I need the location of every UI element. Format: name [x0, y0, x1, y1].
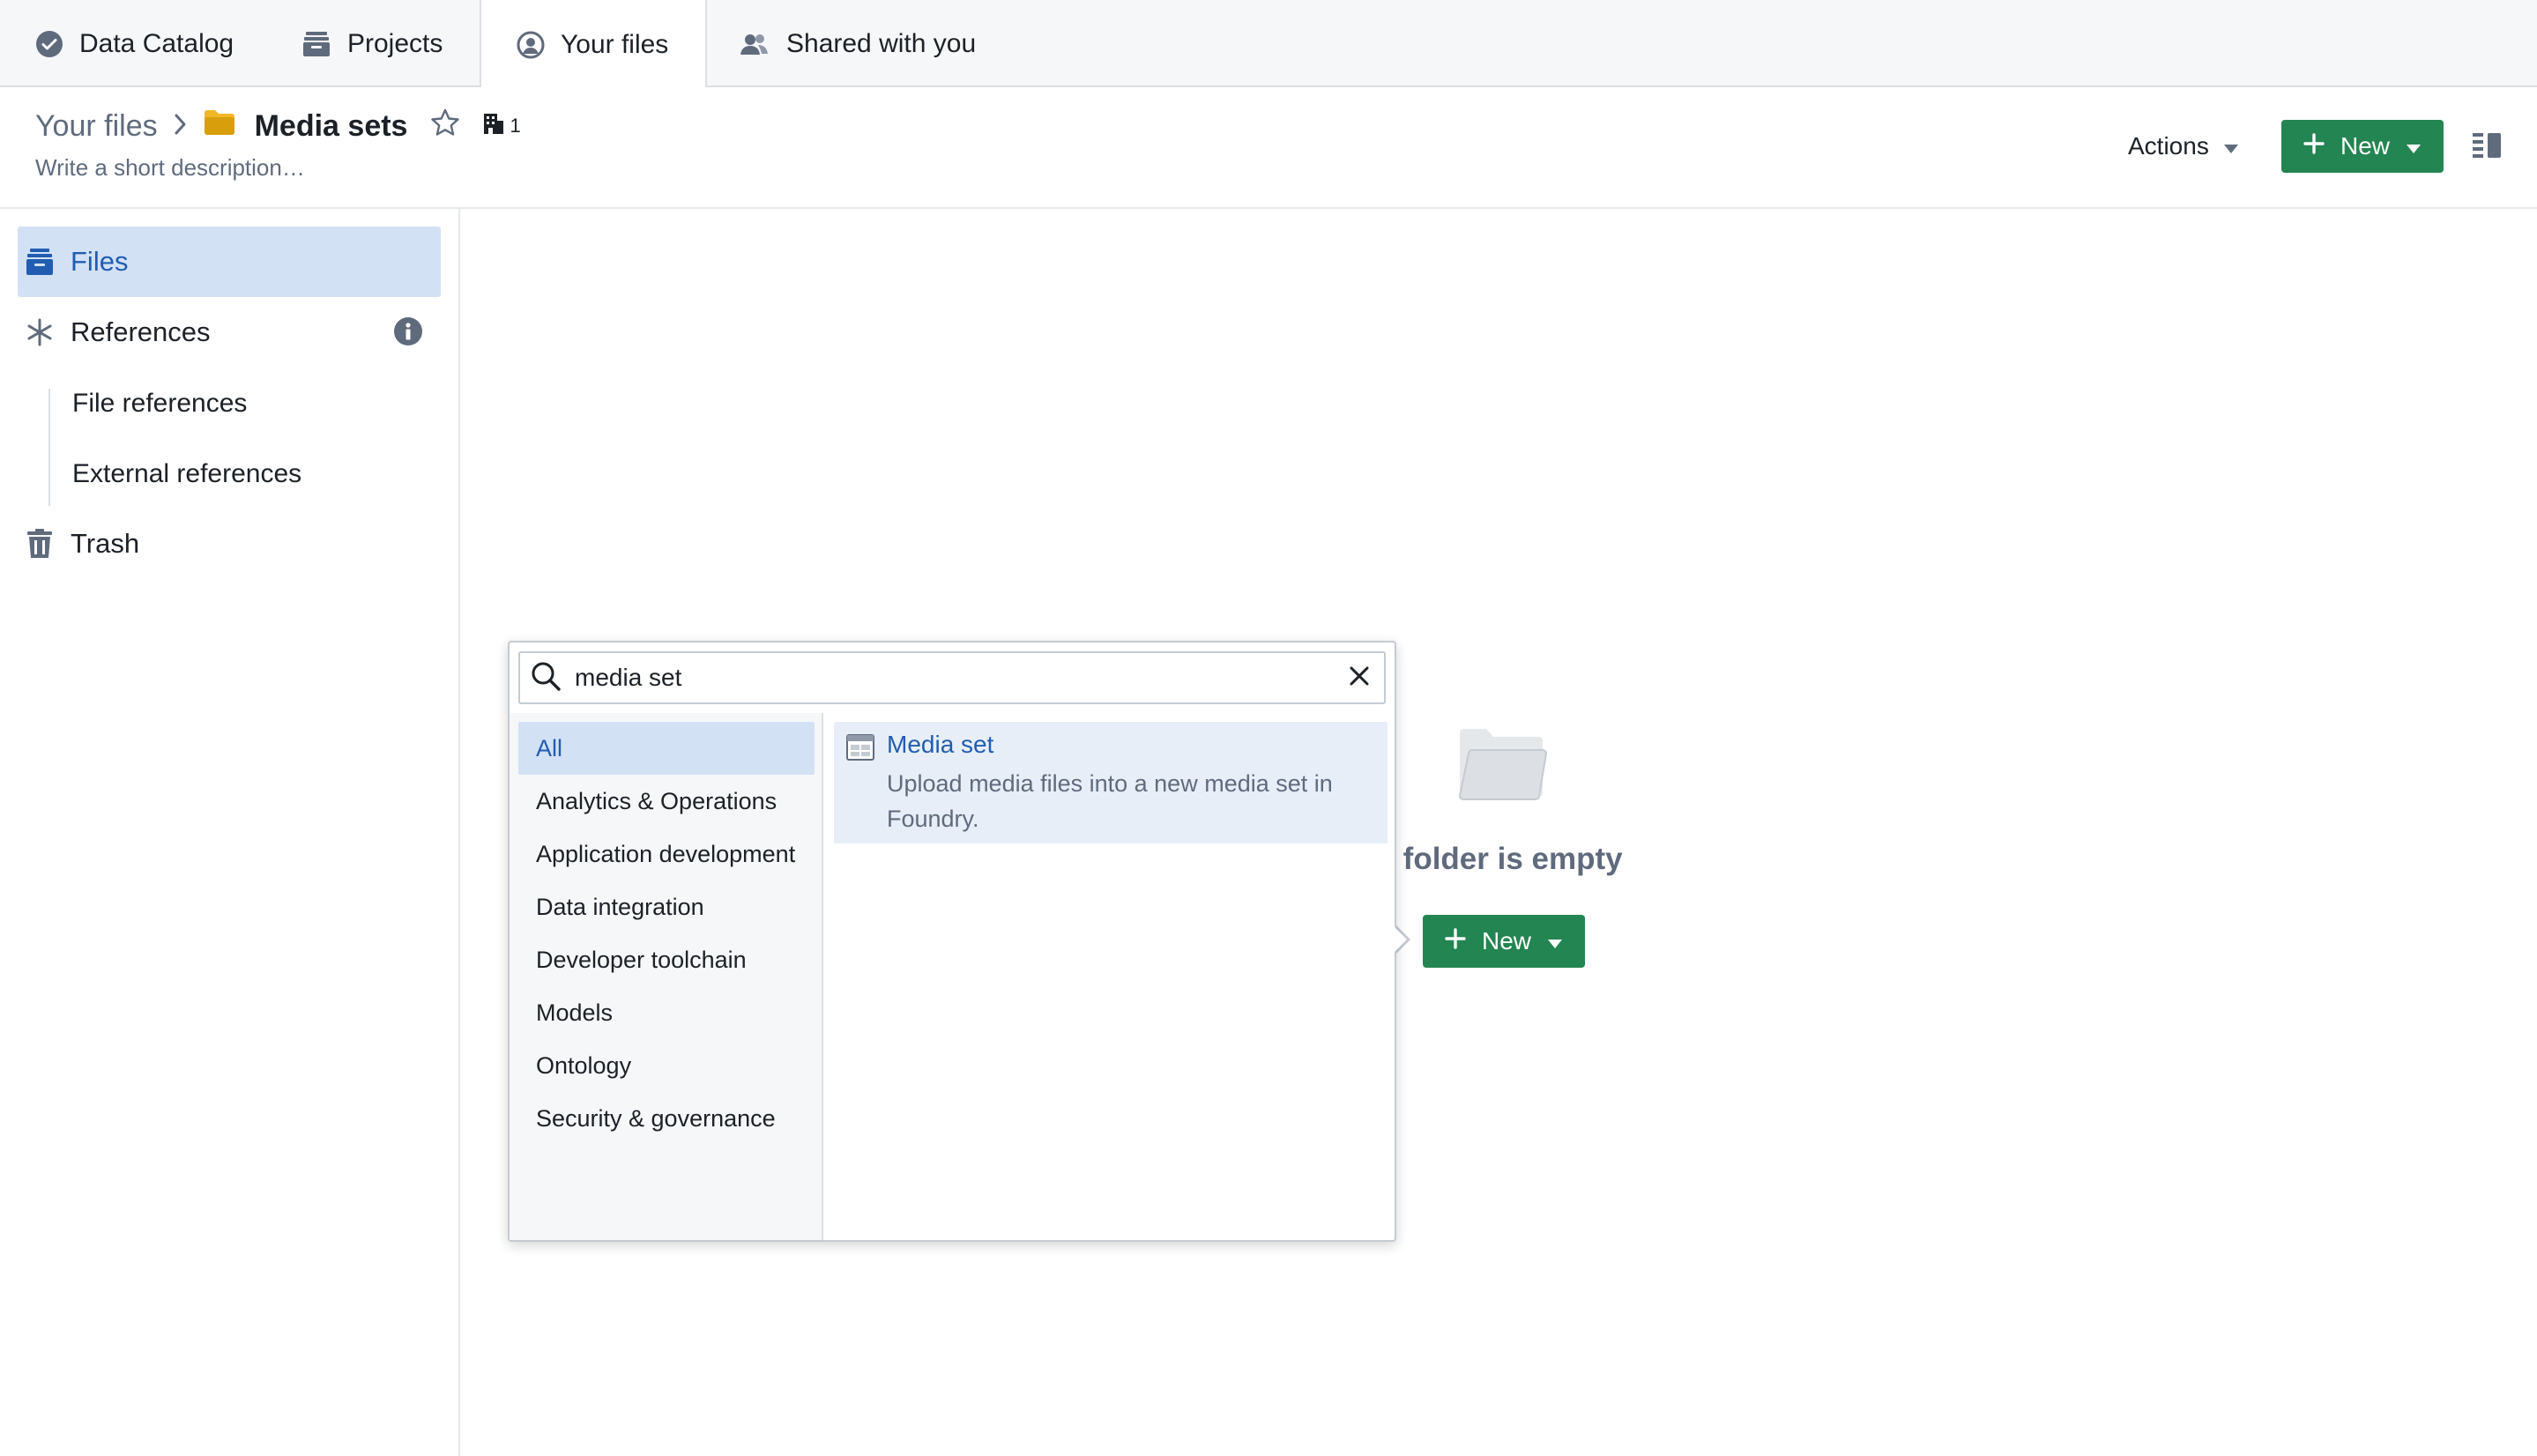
- tab-label: Shared with you: [786, 28, 977, 58]
- plus-icon: [1445, 927, 1466, 955]
- tab-label: Projects: [347, 28, 443, 58]
- folder-icon: [204, 109, 235, 144]
- page-title: Media sets: [254, 108, 408, 143]
- sidebar-item-label: Files: [71, 246, 129, 277]
- top-tab-bar: Data Catalog Projects Your files Shared …: [0, 0, 2537, 89]
- category-all[interactable]: All: [518, 722, 815, 775]
- new-button[interactable]: New: [2281, 120, 2444, 173]
- references-tree-line: [48, 389, 50, 506]
- sidebar-item-files[interactable]: Files: [18, 227, 441, 297]
- category-models[interactable]: Models: [518, 986, 815, 1039]
- sidebar-item-references[interactable]: References: [18, 297, 441, 368]
- tab-label: Your files: [561, 29, 669, 59]
- caret-down-icon: [1547, 927, 1563, 955]
- search-icon: [531, 661, 561, 695]
- category-developer-toolchain[interactable]: Developer toolchain: [518, 933, 815, 986]
- search-field[interactable]: [518, 651, 1386, 704]
- archive-icon: [301, 30, 331, 58]
- result-media-set[interactable]: Media set Upload media files into a new …: [834, 722, 1388, 843]
- caret-down-icon: [2406, 132, 2422, 160]
- building-icon: [483, 112, 504, 140]
- asterisk-icon: [19, 318, 60, 346]
- popover-arrow-inner: [1393, 925, 1407, 954]
- actions-button[interactable]: Actions: [2114, 121, 2253, 172]
- category-security-governance[interactable]: Security & governance: [518, 1092, 815, 1145]
- category-ontology[interactable]: Ontology: [518, 1039, 815, 1092]
- search-input[interactable]: [573, 663, 1349, 693]
- caret-down-icon: [2223, 132, 2239, 160]
- new-label: New: [1481, 927, 1531, 955]
- media-set-icon: [846, 734, 874, 765]
- breadcrumb-your-files[interactable]: Your files: [35, 109, 158, 144]
- empty-folder-icon: [1456, 727, 1548, 807]
- sidebar-item-label: References: [71, 316, 211, 347]
- sidebar-item-trash[interactable]: Trash: [18, 509, 441, 579]
- clear-search-icon[interactable]: [1349, 665, 1370, 691]
- category-analytics-operations[interactable]: Analytics & Operations: [518, 775, 815, 828]
- chevron-right-icon: [174, 109, 188, 144]
- star-icon[interactable]: [430, 108, 460, 145]
- people-icon: [739, 30, 770, 58]
- tab-shared-with-you[interactable]: Shared with you: [739, 0, 976, 87]
- tab-label: Data Catalog: [79, 28, 234, 58]
- tab-projects[interactable]: Projects: [301, 0, 443, 87]
- tab-your-files[interactable]: Your files: [480, 0, 707, 89]
- description-field[interactable]: Write a short description…: [35, 154, 305, 182]
- user-circle-icon: [517, 31, 545, 59]
- result-title: Media set: [887, 731, 994, 758]
- sidebar: Files References File references Externa…: [0, 209, 460, 1456]
- info-icon[interactable]: [393, 316, 423, 351]
- actions-label: Actions: [2128, 132, 2209, 160]
- organization-count: 1: [510, 115, 521, 137]
- files-stack-icon: [19, 247, 60, 277]
- sidebar-item-file-references[interactable]: File references: [72, 373, 247, 435]
- category-data-integration[interactable]: Data integration: [518, 880, 815, 933]
- sidebar-item-external-references[interactable]: External references: [72, 443, 301, 505]
- new-label: New: [2340, 132, 2390, 160]
- result-description: Upload media files into a new media set …: [887, 770, 1333, 832]
- organization-badge[interactable]: 1: [483, 112, 521, 140]
- sidebar-item-label: Trash: [71, 528, 140, 559]
- new-resource-popover: All Analytics & Operations Application d…: [508, 641, 1396, 1242]
- category-list: All Analytics & Operations Application d…: [510, 713, 823, 1240]
- side-panel-toggle-icon[interactable]: [2472, 131, 2502, 164]
- category-application-development[interactable]: Application development: [518, 828, 815, 880]
- breadcrumb: Your files Media sets 1: [35, 107, 521, 145]
- empty-state-new-button[interactable]: New: [1423, 915, 1585, 968]
- plus-icon: [2303, 132, 2325, 160]
- tab-data-catalog[interactable]: Data Catalog: [35, 0, 234, 87]
- page-header: Your files Media sets 1 Write a short de…: [0, 87, 2537, 209]
- check-badge-icon: [35, 30, 63, 58]
- trash-icon: [19, 529, 60, 559]
